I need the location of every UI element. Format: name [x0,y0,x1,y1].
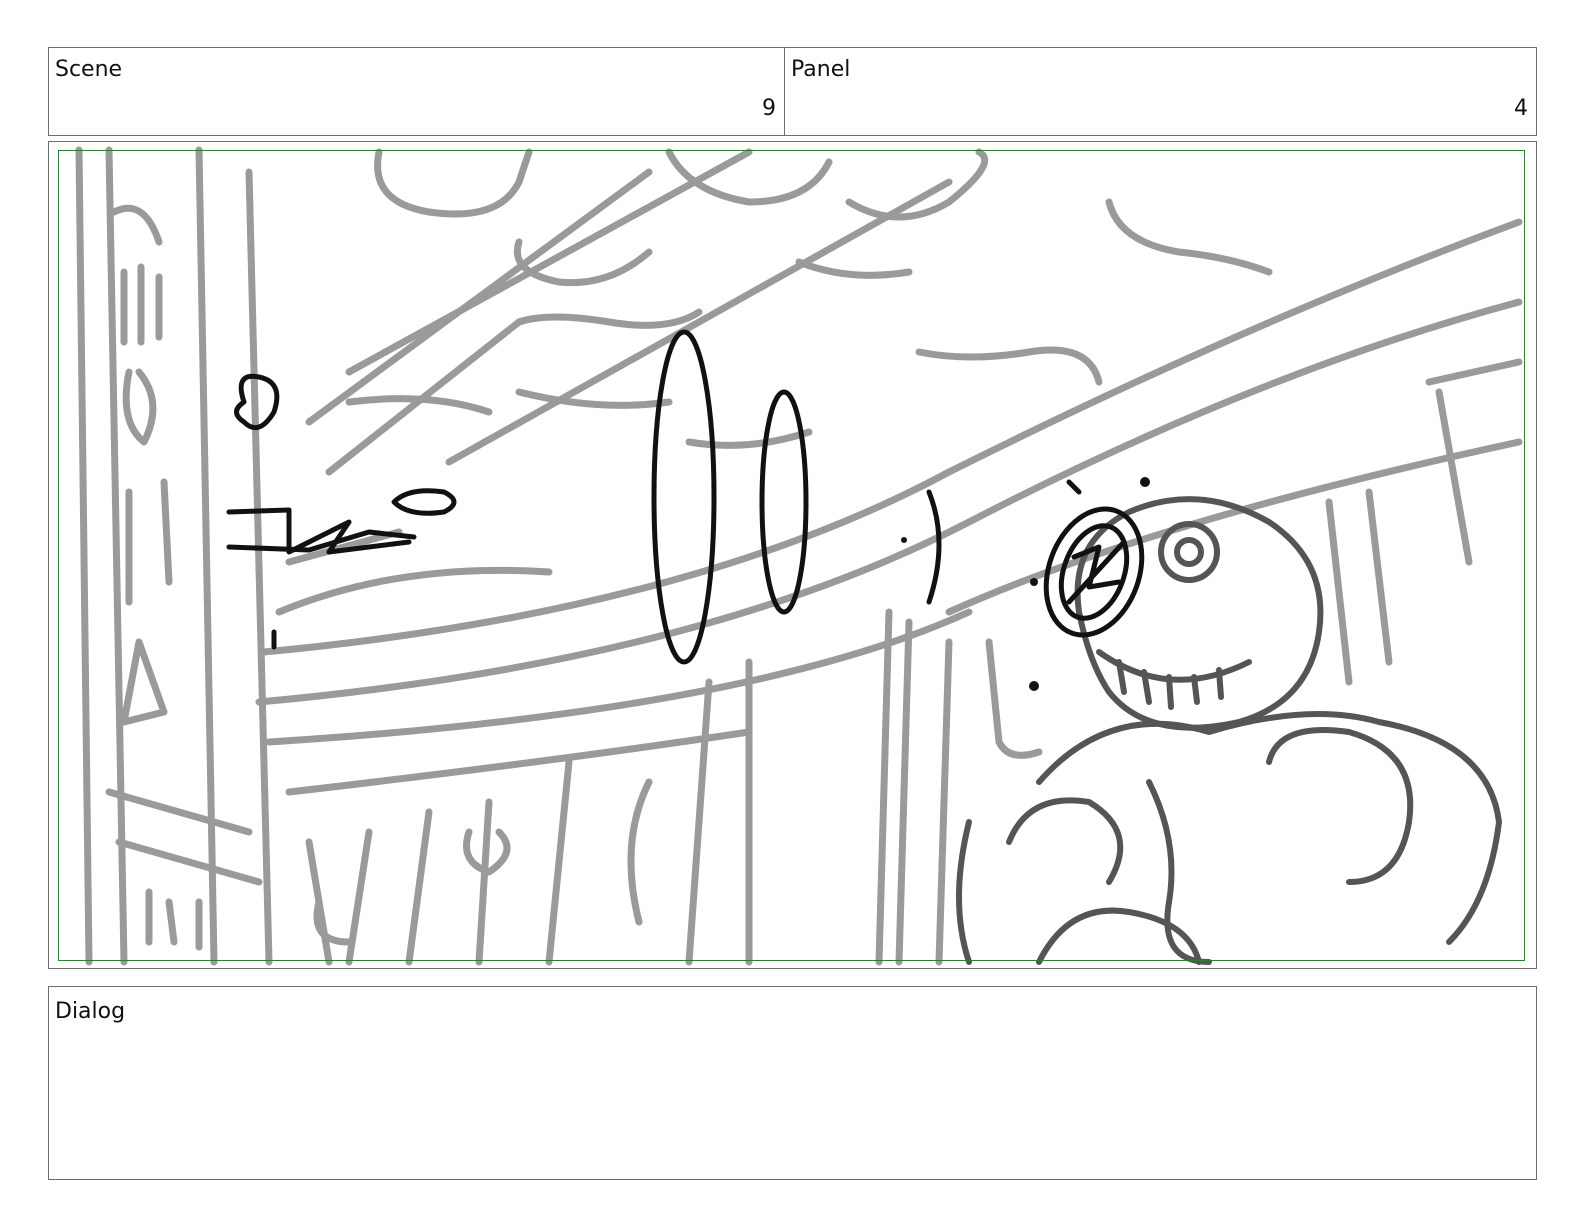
panel-field: Panel 4 [784,47,1537,136]
safe-area-guide [58,150,1525,961]
dialog-field[interactable]: Dialog [48,986,1537,1180]
panel-label: Panel [791,57,851,82]
scene-label: Scene [55,57,123,82]
scene-field: Scene 9 [48,47,785,136]
dialog-label: Dialog [55,999,126,1024]
storyboard-frame[interactable] [48,141,1537,969]
scene-number[interactable]: 9 [762,96,776,121]
panel-number[interactable]: 4 [1514,96,1528,121]
